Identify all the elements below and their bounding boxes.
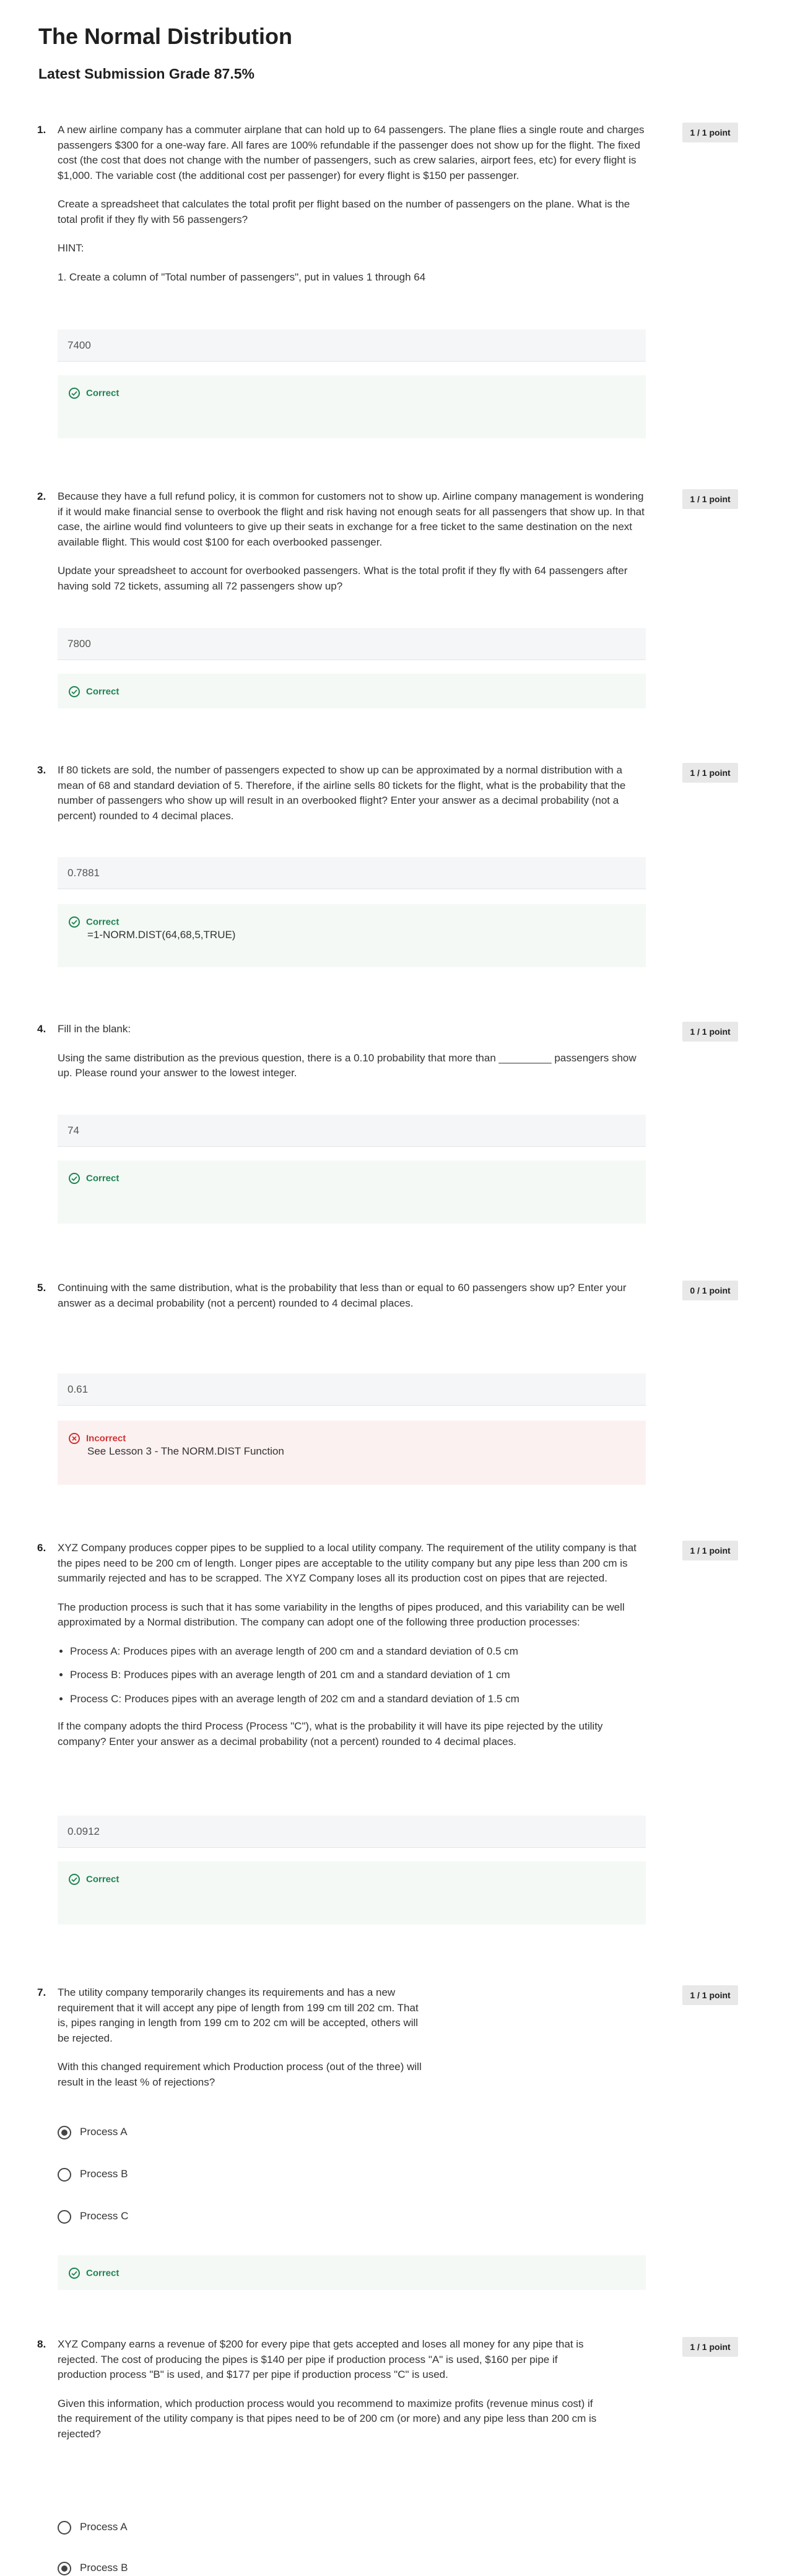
answer-field[interactable]: 7400: [58, 329, 646, 362]
check-circle-icon: [69, 916, 80, 928]
question-number: 1.: [37, 124, 46, 136]
question-paragraph: A new airline company has a commuter air…: [58, 124, 645, 181]
question-number: 5.: [37, 1282, 46, 1294]
quiz-page: The Normal Distribution Latest Submissio…: [0, 0, 800, 2576]
feedback-correct: Correct: [58, 375, 646, 438]
question-paragraph: Given this information, which production…: [58, 2397, 597, 2440]
feedback-label: Incorrect: [86, 1433, 126, 1444]
feedback-explanation: =1-NORM.DIST(64,68,5,TRUE): [87, 929, 236, 941]
check-circle-icon: [69, 1874, 80, 1885]
check-circle-icon: [69, 2268, 80, 2279]
radio-unselected[interactable]: [58, 2167, 71, 2182]
points-badge: 1 / 1 point: [682, 1541, 738, 1560]
question-number: 6.: [37, 1542, 46, 1554]
question-text: Continuing with the same distribution, w…: [58, 1281, 649, 1325]
answer-field[interactable]: 0.7881: [58, 857, 646, 889]
list-item: Process A: Produces pipes with an averag…: [70, 1644, 649, 1660]
feedback-label: Correct: [86, 686, 120, 697]
question-text: The utility company temporarily changes …: [58, 1985, 423, 2104]
question-number: 8.: [37, 2338, 46, 2350]
question-text: Fill in the blank: Using the same distri…: [58, 1022, 649, 1095]
question-text: XYZ Company earns a revenue of $200 for …: [58, 2337, 602, 2455]
page-title: The Normal Distribution: [38, 24, 293, 49]
question-paragraph: Fill in the blank:: [58, 1023, 131, 1035]
radio-option-process-c[interactable]: Process C: [58, 2208, 128, 2224]
feedback-correct: Correct: [58, 674, 646, 708]
question-number: 4.: [37, 1023, 46, 1035]
answer-field[interactable]: 74: [58, 1115, 646, 1147]
check-circle-icon: [69, 388, 80, 399]
question-paragraph: The utility company temporarily changes …: [58, 1986, 419, 2044]
question-paragraph: If 80 tickets are sold, the number of pa…: [58, 764, 626, 822]
check-circle-icon: [69, 1173, 80, 1184]
check-circle-icon: [69, 686, 80, 697]
feedback-label: Correct: [86, 2268, 120, 2279]
answer-field[interactable]: 7800: [58, 628, 646, 660]
points-badge: 0 / 1 point: [682, 1281, 738, 1300]
question-paragraph: Continuing with the same distribution, w…: [58, 1282, 627, 1309]
option-label: Process C: [80, 2210, 129, 2222]
process-list: Process A: Produces pipes with an averag…: [58, 1644, 649, 1707]
option-label: Process B: [80, 2562, 128, 2574]
list-item: Process C: Produces pipes with an averag…: [70, 1692, 649, 1707]
points-badge: 1 / 1 point: [682, 1022, 738, 1042]
question-paragraph: Using the same distribution as the previ…: [58, 1051, 637, 1079]
grade-summary: Latest Submission Grade 87.5%: [38, 66, 254, 82]
feedback-correct: Correct: [58, 1861, 646, 1925]
feedback-label: Correct: [86, 1173, 120, 1184]
radio-option-process-a[interactable]: Process A: [58, 2519, 128, 2535]
feedback-correct: Correct: [58, 1160, 646, 1224]
answer-field[interactable]: 0.0912: [58, 1816, 646, 1848]
points-badge: 1 / 1 point: [682, 1985, 738, 2005]
option-label: Process B: [80, 2168, 128, 2180]
question-paragraph: Update your spreadsheet to account for o…: [58, 565, 628, 592]
question-number: 7.: [37, 1986, 46, 1998]
question-paragraph: Because they have a full refund policy, …: [58, 490, 645, 548]
radio-option-process-b[interactable]: Process B: [58, 2166, 128, 2182]
list-item: Process B: Produces pipes with an averag…: [70, 1668, 649, 1683]
question-paragraph: Create a spreadsheet that calculates the…: [58, 198, 630, 225]
feedback-label: Correct: [86, 916, 120, 928]
question-paragraph: With this changed requirement which Prod…: [58, 2061, 422, 2088]
feedback-correct: Correct =1-NORM.DIST(64,68,5,TRUE): [58, 904, 646, 967]
question-text: A new airline company has a commuter air…: [58, 123, 649, 298]
feedback-incorrect: Incorrect See Lesson 3 - The NORM.DIST F…: [58, 1421, 646, 1485]
question-number: 3.: [37, 764, 46, 776]
points-badge: 1 / 1 point: [682, 489, 738, 509]
question-paragraph: HINT:: [58, 242, 84, 254]
feedback-correct: Correct: [58, 2255, 646, 2290]
option-label: Process A: [80, 2126, 128, 2138]
question-paragraph: XYZ Company earns a revenue of $200 for …: [58, 2338, 584, 2380]
question-paragraph: The production process is such that it h…: [58, 1601, 625, 1629]
question-text: Because they have a full refund policy, …: [58, 489, 649, 607]
question-text: If 80 tickets are sold, the number of pa…: [58, 763, 649, 837]
points-badge: 1 / 1 point: [682, 123, 738, 142]
question-paragraph: XYZ Company produces copper pipes to be …: [58, 1542, 637, 1584]
radio-selected[interactable]: [58, 2561, 71, 2575]
feedback-label: Correct: [86, 388, 120, 399]
radio-selected[interactable]: [58, 2125, 71, 2139]
answer-field[interactable]: 0.61: [58, 1373, 646, 1406]
feedback-explanation: See Lesson 3 - The NORM.DIST Function: [87, 1445, 284, 1458]
points-badge: 1 / 1 point: [682, 763, 738, 783]
radio-option-process-a[interactable]: Process A: [58, 2124, 128, 2140]
feedback-label: Correct: [86, 1874, 120, 1885]
question-paragraph: If the company adopts the third Process …: [58, 1720, 603, 1747]
radio-unselected[interactable]: [58, 2520, 71, 2535]
radio-option-process-b[interactable]: Process B: [58, 2560, 128, 2576]
points-badge: 1 / 1 point: [682, 2337, 738, 2357]
question-paragraph: 1. Create a column of "Total number of p…: [58, 271, 426, 283]
question-text: XYZ Company produces copper pipes to be …: [58, 1541, 649, 1763]
x-circle-icon: [69, 1433, 80, 1444]
radio-unselected[interactable]: [58, 2209, 71, 2224]
option-label: Process A: [80, 2521, 128, 2533]
question-number: 2.: [37, 490, 46, 502]
